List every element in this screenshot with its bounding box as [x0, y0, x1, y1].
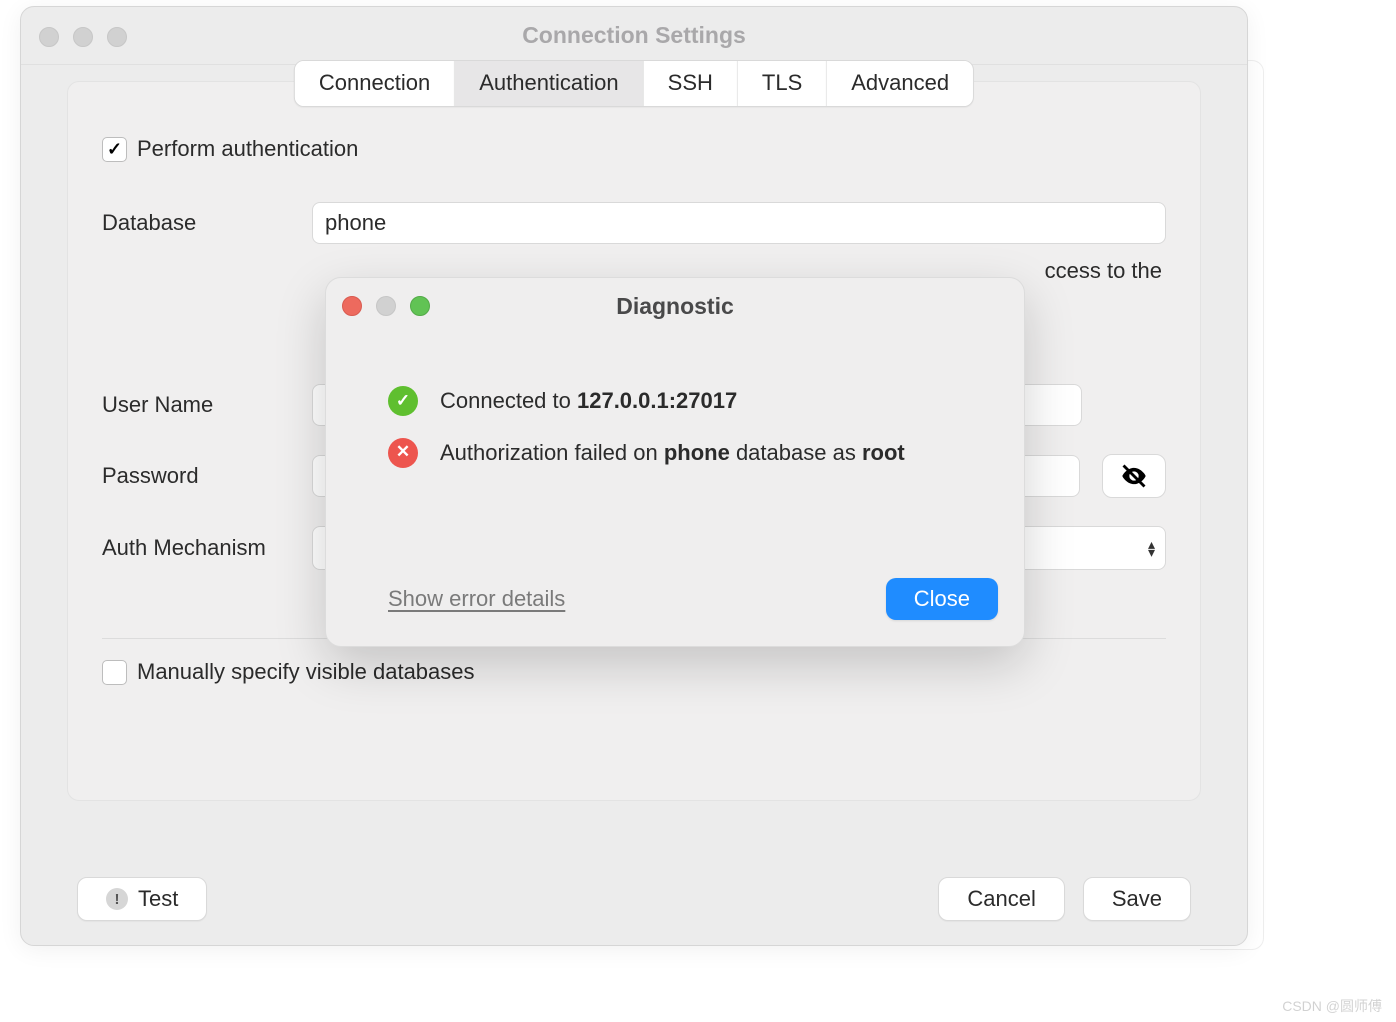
test-label: Test — [138, 886, 178, 912]
warning-icon: ! — [106, 888, 128, 910]
dialog-body: ✓ Connected to 127.0.0.1:27017 ✕ Authori… — [326, 334, 1024, 468]
minimize-icon[interactable] — [376, 296, 396, 316]
cancel-label: Cancel — [967, 886, 1035, 912]
toggle-password-visibility-button[interactable] — [1102, 454, 1166, 498]
auth-failed-text: Authorization failed on phone database a… — [440, 440, 905, 466]
tab-authentication[interactable]: Authentication — [455, 61, 643, 106]
diagnostic-dialog: Diagnostic ✓ Connected to 127.0.0.1:2701… — [325, 277, 1025, 647]
close-icon[interactable] — [39, 27, 59, 47]
password-label: Password — [102, 463, 312, 489]
tab-tls[interactable]: TLS — [738, 61, 827, 106]
checkmark-icon: ✓ — [102, 137, 127, 162]
eye-off-icon — [1120, 462, 1148, 490]
diagnostic-connected-row: ✓ Connected to 127.0.0.1:27017 — [388, 386, 990, 416]
database-value: phone — [325, 210, 386, 236]
tab-connection[interactable]: Connection — [295, 61, 455, 106]
traffic-lights — [39, 27, 127, 47]
minimize-icon[interactable] — [73, 27, 93, 47]
maximize-icon[interactable] — [410, 296, 430, 316]
dialog-titlebar: Diagnostic — [326, 278, 1024, 334]
save-label: Save — [1112, 886, 1162, 912]
show-error-details-link[interactable]: Show error details — [388, 586, 565, 612]
save-button[interactable]: Save — [1083, 877, 1191, 921]
manual-databases-checkbox[interactable]: Manually specify visible databases — [102, 659, 1166, 685]
perform-auth-label: Perform authentication — [137, 136, 358, 162]
check-circle-icon: ✓ — [388, 386, 418, 416]
close-button[interactable]: Close — [886, 578, 998, 620]
chevron-updown-icon: ▴▾ — [1148, 540, 1155, 556]
maximize-icon[interactable] — [107, 27, 127, 47]
connection-settings-window: Connection Settings Connection Authentic… — [20, 6, 1248, 946]
cancel-button[interactable]: Cancel — [938, 877, 1064, 921]
database-label: Database — [102, 210, 312, 236]
window-title: Connection Settings — [21, 22, 1247, 49]
perform-auth-checkbox[interactable]: ✓ Perform authentication — [102, 136, 1166, 162]
tab-advanced[interactable]: Advanced — [827, 61, 973, 106]
footer: ! Test Cancel Save — [21, 877, 1247, 921]
titlebar: Connection Settings — [21, 7, 1247, 65]
watermark: CSDN @圆师傅 — [1282, 996, 1382, 1016]
database-field[interactable]: phone — [312, 202, 1166, 244]
checkbox-empty-icon — [102, 660, 127, 685]
dialog-footer: Show error details Close — [388, 578, 998, 620]
diagnostic-auth-failed-row: ✕ Authorization failed on phone database… — [388, 438, 990, 468]
test-button[interactable]: ! Test — [77, 877, 207, 921]
username-label: User Name — [102, 392, 312, 418]
connected-text: Connected to 127.0.0.1:27017 — [440, 388, 737, 414]
x-circle-icon: ✕ — [388, 438, 418, 468]
dialog-traffic-lights — [342, 296, 430, 316]
auth-mechanism-label: Auth Mechanism — [102, 535, 312, 561]
close-icon[interactable] — [342, 296, 362, 316]
manual-databases-label: Manually specify visible databases — [137, 659, 475, 685]
tab-ssh[interactable]: SSH — [644, 61, 738, 106]
dialog-title: Diagnostic — [326, 293, 1024, 320]
tab-bar: Connection Authentication SSH TLS Advanc… — [294, 60, 974, 107]
